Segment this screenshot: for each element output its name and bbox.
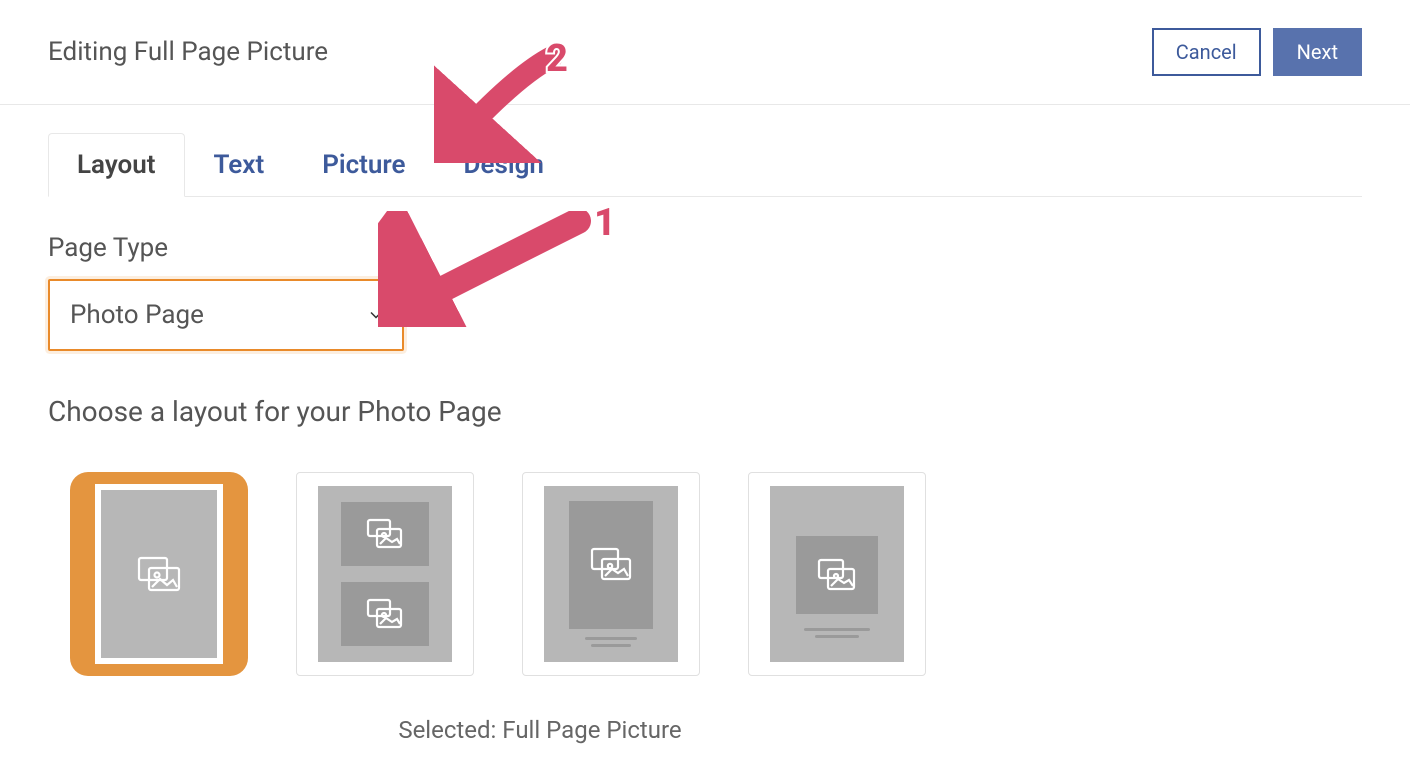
annotation-arrow-1-icon bbox=[378, 211, 598, 327]
header: Editing Full Page Picture Cancel Next bbox=[0, 0, 1410, 104]
image-stack-icon bbox=[365, 517, 405, 551]
layout-instruction: Choose a layout for your Photo Page bbox=[48, 395, 1362, 428]
cancel-button[interactable]: Cancel bbox=[1152, 28, 1261, 76]
layout-option-full-page-picture[interactable] bbox=[70, 472, 248, 676]
tab-design[interactable]: Design bbox=[435, 133, 573, 196]
next-button[interactable]: Next bbox=[1273, 28, 1362, 76]
tab-text[interactable]: Text bbox=[185, 133, 294, 196]
image-stack-icon bbox=[365, 597, 405, 631]
selected-layout-label: Selected: Full Page Picture bbox=[70, 716, 1010, 744]
layout-option-two-photos[interactable] bbox=[296, 472, 474, 676]
layout-option-photo-text[interactable] bbox=[748, 472, 926, 676]
tab-layout[interactable]: Layout bbox=[48, 133, 185, 197]
page-type-label: Page Type bbox=[48, 233, 1362, 263]
tab-picture[interactable]: Picture bbox=[293, 133, 434, 196]
image-stack-icon bbox=[589, 546, 633, 584]
layout-options bbox=[70, 472, 1362, 676]
layout-option-photo-caption[interactable] bbox=[522, 472, 700, 676]
page-type-select[interactable]: Photo Page bbox=[48, 279, 404, 351]
image-stack-icon bbox=[816, 557, 858, 593]
tabs: Layout Text Picture Design bbox=[48, 133, 1362, 197]
image-stack-icon bbox=[135, 554, 183, 594]
page-title: Editing Full Page Picture bbox=[48, 37, 328, 67]
